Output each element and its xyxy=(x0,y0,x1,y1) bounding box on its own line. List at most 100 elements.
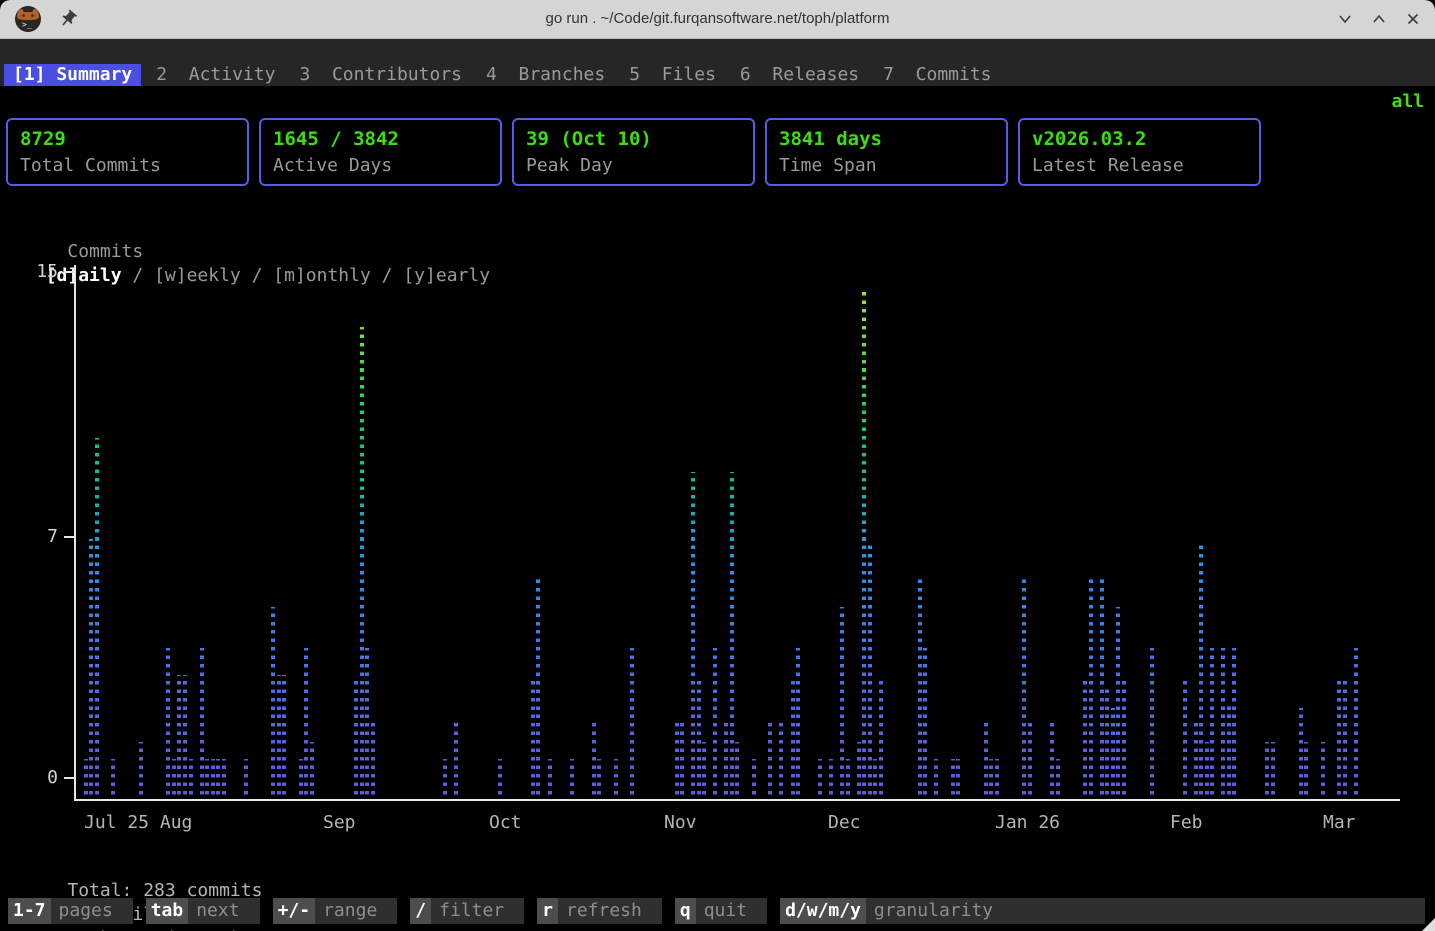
keybar-action-quit[interactable]: qquit xyxy=(675,898,767,924)
commit-bar xyxy=(1050,719,1054,801)
tab-commits[interactable]: 7 Commits xyxy=(874,64,1000,86)
commit-bar xyxy=(205,759,209,801)
x-tick-label: Sep xyxy=(323,811,356,835)
resize-grip[interactable] xyxy=(1422,918,1435,931)
commit-bar xyxy=(1056,759,1060,801)
card-label: Latest Release xyxy=(1032,153,1247,179)
x-tick-label: Dec xyxy=(828,811,861,835)
commit-bar xyxy=(630,648,634,801)
stat-card-latest-release: v2026.03.2Latest Release xyxy=(1018,118,1261,186)
commit-bar xyxy=(1028,719,1032,801)
commit-bar xyxy=(271,607,275,801)
commit-bar xyxy=(951,759,955,801)
key-hint: r xyxy=(537,898,558,924)
keybar-action-pages[interactable]: 1-7pages xyxy=(8,898,133,924)
x-tick-label: Jan 26 xyxy=(995,811,1060,835)
commit-bar xyxy=(1232,648,1236,801)
commit-bar xyxy=(1105,685,1109,801)
commit-bar xyxy=(791,681,795,801)
commit-bar xyxy=(1116,607,1120,801)
commit-bar xyxy=(934,759,938,801)
commit-bar xyxy=(1100,577,1104,801)
commit-bar xyxy=(304,648,308,801)
card-value: 3841 days xyxy=(779,126,994,153)
commit-bar xyxy=(796,648,800,801)
card-value: 8729 xyxy=(20,126,235,153)
commit-bar xyxy=(454,719,458,801)
commit-bar xyxy=(879,681,883,801)
tab-summary[interactable]: [1] Summary xyxy=(4,64,141,86)
commit-bar xyxy=(354,681,358,801)
commit-bar xyxy=(873,759,877,801)
minimize-icon[interactable] xyxy=(1337,11,1353,27)
commit-bar xyxy=(211,759,215,801)
y-axis-line xyxy=(74,265,76,801)
commit-bar xyxy=(1111,708,1115,801)
commit-bar xyxy=(365,648,369,801)
commit-bar xyxy=(730,472,734,801)
commit-bar xyxy=(84,759,88,801)
commit-bar xyxy=(1271,742,1275,801)
stat-card-time-span: 3841 daysTime Span xyxy=(765,118,1008,186)
commit-bar xyxy=(172,759,176,801)
status-bar: gittop: /home/hjr265/Code/git.furqansoft… xyxy=(0,39,1435,64)
commit-bar xyxy=(779,719,783,801)
commit-bar xyxy=(1022,577,1026,801)
card-label: Peak Day xyxy=(526,153,741,179)
commit-bar xyxy=(1194,719,1198,801)
keybar-action-filter[interactable]: /filter xyxy=(410,898,524,924)
commit-bar xyxy=(1221,648,1225,801)
close-icon[interactable] xyxy=(1405,11,1421,27)
key-hint: +/- xyxy=(273,898,316,924)
commit-bar xyxy=(697,681,701,801)
keybar-action-refresh[interactable]: rrefresh xyxy=(537,898,662,924)
keybar-action-next[interactable]: tabnext xyxy=(146,898,260,924)
terminal-window: >_ go run . ~/Code/git.furqansoftware.ne… xyxy=(0,0,1435,931)
commit-bar xyxy=(868,543,872,801)
commit-bar xyxy=(1199,543,1203,801)
commit-bar xyxy=(691,472,695,801)
commit-bar xyxy=(1337,681,1341,801)
commit-bar xyxy=(702,742,706,801)
card-label: Active Days xyxy=(273,153,488,179)
commit-bar xyxy=(680,719,684,801)
key-action-label: granularity xyxy=(866,898,1425,924)
commit-bar xyxy=(166,648,170,801)
y-tick-mark xyxy=(64,271,74,273)
commit-bar xyxy=(1083,681,1087,801)
window-controls xyxy=(1337,11,1421,27)
key-hint: / xyxy=(410,898,431,924)
commit-bar xyxy=(299,759,303,801)
tab-activity[interactable]: 2 Activity xyxy=(147,64,284,86)
y-tick-mark xyxy=(64,536,74,538)
commit-bar xyxy=(1304,742,1308,801)
commit-bar xyxy=(1089,577,1093,801)
commit-bar xyxy=(1299,708,1303,801)
commit-bar xyxy=(498,759,502,801)
tab-contributors[interactable]: 3 Contributors xyxy=(290,64,471,86)
commit-bar xyxy=(614,759,618,801)
commit-bar xyxy=(1321,742,1325,801)
commit-bar xyxy=(548,759,552,801)
commit-bar xyxy=(200,648,204,801)
commit-bar xyxy=(139,742,143,801)
card-label: Total Commits xyxy=(20,153,235,179)
tab-branches[interactable]: 4 Branches xyxy=(477,64,614,86)
commit-bar xyxy=(829,759,833,801)
tab-releases[interactable]: 6 Releases xyxy=(731,64,868,86)
key-hint: tab xyxy=(146,898,189,924)
commit-bar xyxy=(570,759,574,801)
commit-bar xyxy=(675,719,679,801)
commit-bar xyxy=(531,681,535,801)
maximize-icon[interactable] xyxy=(1371,11,1387,27)
commit-bar xyxy=(989,759,993,801)
y-tick-label: 7 xyxy=(14,527,58,547)
keybar-action-range[interactable]: +/-range xyxy=(273,898,398,924)
tab-files[interactable]: 5 Files xyxy=(620,64,725,86)
commit-bar xyxy=(735,742,739,801)
commit-bar xyxy=(862,286,866,801)
keybar-action-granularity[interactable]: d/w/m/ygranularity xyxy=(780,898,1425,924)
commit-bar xyxy=(1210,648,1214,801)
commits-chart: 1570Jul 25 AugSepOctNovDecJan 26FebMar xyxy=(0,255,1435,845)
x-tick-label: Nov xyxy=(664,811,697,835)
